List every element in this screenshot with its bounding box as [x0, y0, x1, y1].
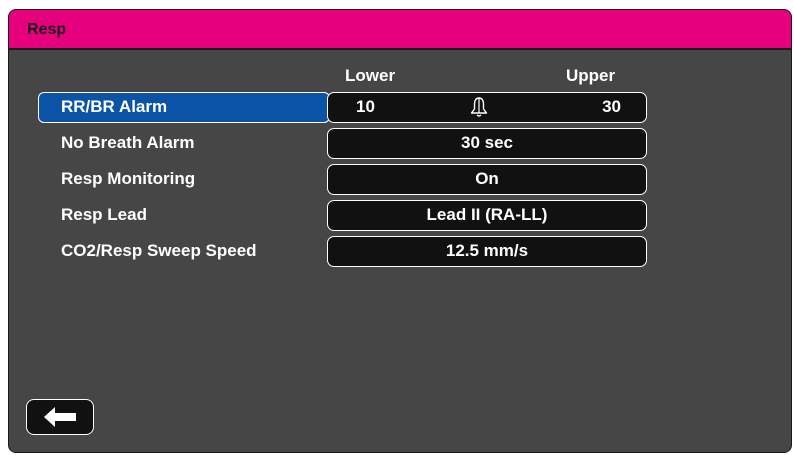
back-arrow-icon [44, 407, 76, 427]
resp-lead-value-box[interactable]: Lead II (RA-LL) [327, 200, 647, 231]
alarm-bell-icon [470, 97, 488, 117]
lower-column-header: Lower [345, 66, 396, 85]
back-button[interactable] [26, 399, 94, 435]
no-breath-alarm-value-box[interactable]: 30 sec [327, 128, 647, 159]
sweep-speed-value-box[interactable]: 12.5 mm/s [327, 236, 647, 267]
rr-br-alarm-upper-value: 30 [602, 97, 621, 116]
resp-monitoring-label[interactable]: Resp Monitoring [38, 164, 330, 195]
sweep-speed-label[interactable]: CO2/Resp Sweep Speed [38, 236, 330, 267]
rr-br-alarm-value-box[interactable]: 10 30 [327, 92, 647, 123]
window-title: Resp [27, 21, 67, 38]
resp-settings-window: Resp Lower Upper RR/BR Alarm 10 30 No Br… [8, 9, 792, 453]
rr-br-alarm-lower-value: 10 [356, 97, 375, 116]
no-breath-alarm-label[interactable]: No Breath Alarm [38, 128, 330, 159]
rr-br-alarm-label[interactable]: RR/BR Alarm [38, 92, 330, 123]
upper-column-header: Upper [566, 66, 616, 85]
resp-lead-label[interactable]: Resp Lead [38, 200, 330, 231]
resp-monitoring-value-box[interactable]: On [327, 164, 647, 195]
title-bar: Resp [9, 10, 791, 50]
